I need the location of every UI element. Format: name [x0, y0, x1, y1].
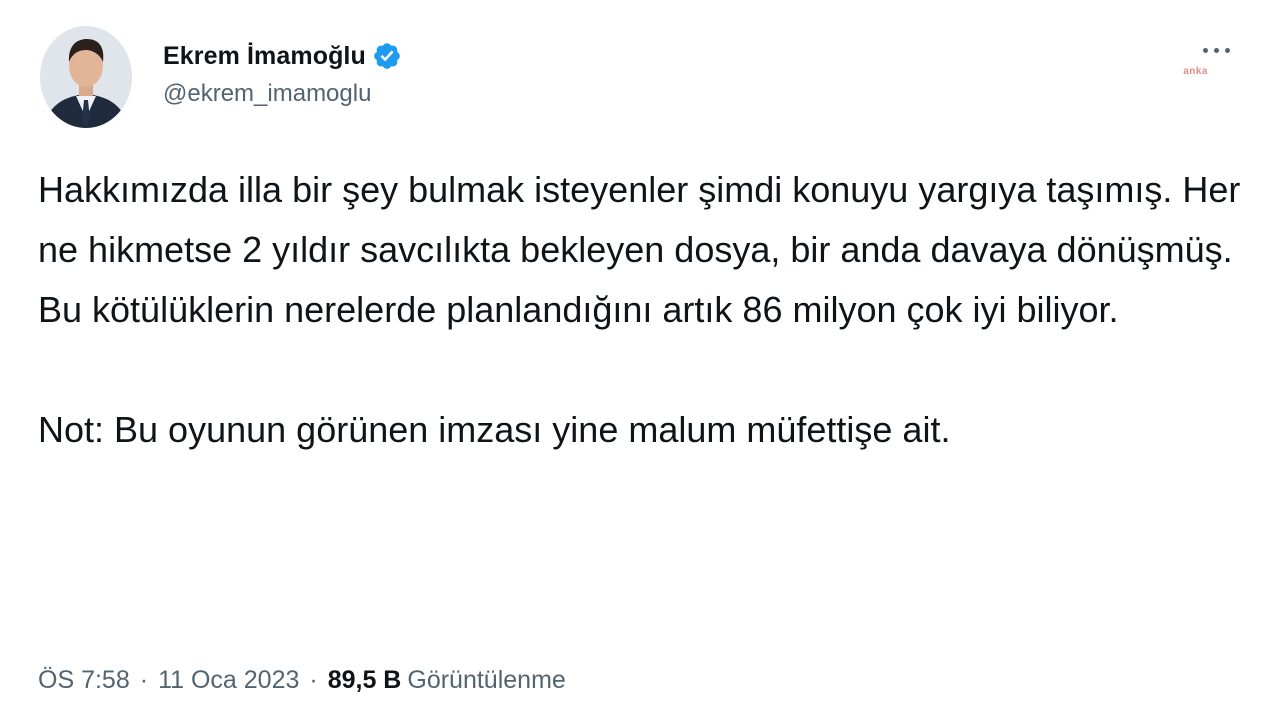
views-label: Görüntülenme: [407, 665, 566, 694]
more-options-button[interactable]: [1196, 36, 1236, 64]
meta-separator: ·: [309, 665, 318, 694]
avatar[interactable]: [40, 26, 132, 128]
more-dot-icon: [1202, 47, 1208, 53]
author-display-name[interactable]: Ekrem İmamoğlu: [163, 42, 366, 71]
profile-photo-icon: [40, 26, 132, 128]
tweet-paragraph: Not: Bu oyunun görünen imzası yine malum…: [38, 409, 951, 450]
watermark-logo: anka: [1183, 66, 1208, 77]
verified-badge-icon: [372, 41, 402, 71]
more-dot-icon: [1213, 47, 1219, 53]
meta-separator: ·: [139, 665, 149, 694]
author-name-row: Ekrem İmamoğlu: [163, 36, 402, 76]
more-dot-icon: [1224, 47, 1230, 53]
tweet-paragraph: Hakkımızda illa bir şey bulmak isteyenle…: [38, 169, 1241, 330]
author-handle[interactable]: @ekrem_imamoglu: [163, 80, 371, 108]
tweet-meta: ÖS 7:58 · 11 Oca 2023 · 89,5 B Görüntüle…: [38, 660, 566, 700]
tweet-date[interactable]: 11 Oca 2023: [158, 666, 299, 695]
tweet-time[interactable]: ÖS 7:58: [38, 666, 130, 695]
views-count[interactable]: 89,5 B: [328, 666, 402, 695]
tweet-text: Hakkımızda illa bir şey bulmak isteyenle…: [38, 160, 1248, 460]
tweet-card: Ekrem İmamoğlu @ekrem_imamoglu anka Hakk…: [0, 0, 1280, 720]
